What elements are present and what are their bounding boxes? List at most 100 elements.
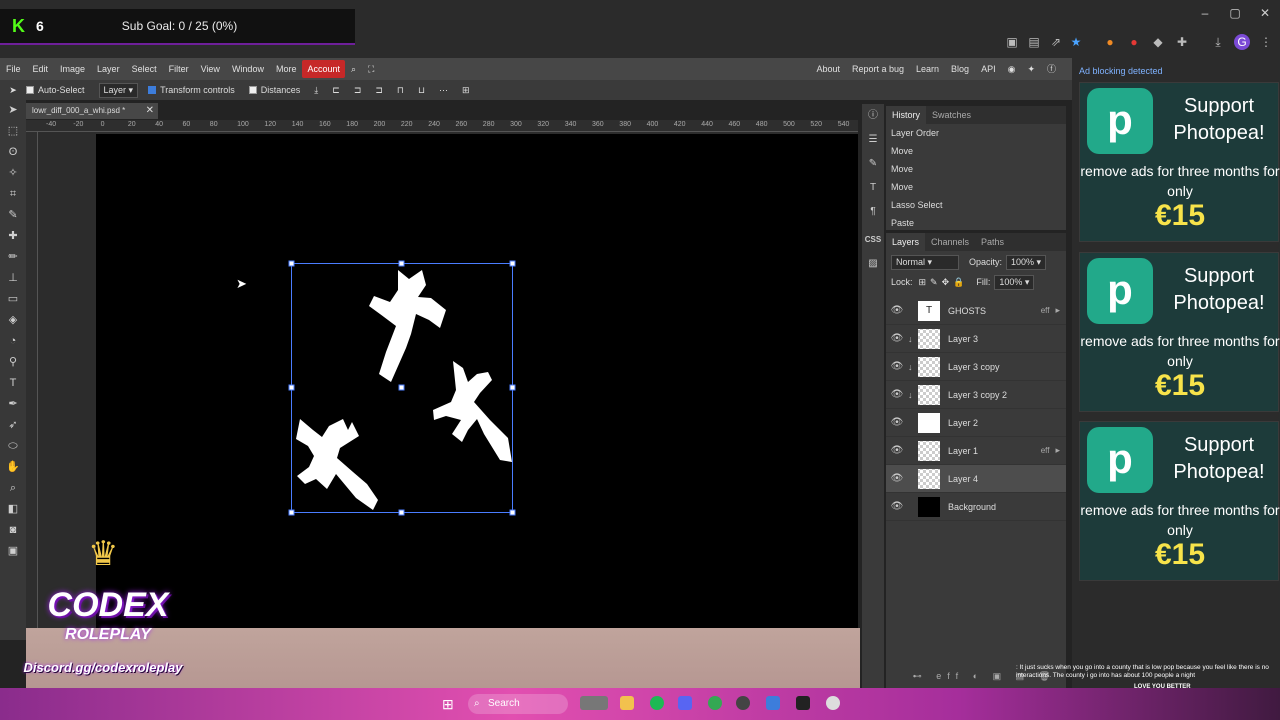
adjustments-icon[interactable]: ☰ [862, 128, 884, 152]
layer-row[interactable]: 👁 Layer 1 eff ▸ [886, 437, 1066, 465]
hand-tool-icon[interactable]: ✋ [0, 457, 26, 478]
effects-label[interactable]: eff [1041, 306, 1050, 315]
eye-icon[interactable]: 👁 [886, 445, 908, 456]
transform-handle[interactable] [288, 260, 295, 267]
stamp-tool-icon[interactable]: ⊥ [0, 268, 26, 289]
menu-account[interactable]: Account [302, 60, 345, 78]
move-tool-icon[interactable]: ➤ [0, 85, 26, 96]
twitter-icon[interactable]: ✦ [1021, 60, 1041, 78]
spotify-icon[interactable] [650, 696, 664, 710]
transform-handle[interactable] [288, 509, 295, 516]
layer-row[interactable]: 👁 ↓ Layer 3 [886, 325, 1066, 353]
transform-handle[interactable] [398, 509, 405, 516]
pen-tool-icon[interactable]: ✒ [0, 394, 26, 415]
eraser-tool-icon[interactable]: ▭ [0, 289, 26, 310]
expand-arrow-icon[interactable]: ▸ [1055, 445, 1060, 456]
bookmark-star-icon[interactable]: ★ [1068, 34, 1084, 50]
browser-menu-icon[interactable]: ⋮ [1258, 34, 1274, 50]
eye-icon[interactable]: 👁 [886, 389, 908, 400]
menu-image[interactable]: Image [54, 60, 91, 78]
character-icon[interactable]: T [862, 176, 884, 200]
lock-icons[interactable]: ⊞✎✥🔒 [919, 277, 969, 288]
brush-tool-icon[interactable]: ✏ [0, 247, 26, 268]
color-swatches-icon[interactable]: ◧ [0, 499, 26, 520]
eye-icon[interactable]: 👁 [886, 501, 908, 512]
minimize-icon[interactable]: – [1190, 6, 1220, 22]
layer-row[interactable]: 👁 T GHOSTS eff ▸ [886, 297, 1066, 325]
shape-tool-icon[interactable]: ⬭ [0, 436, 26, 457]
eye-icon[interactable]: 👁 [886, 417, 908, 428]
extension-diamond-icon[interactable]: ◆ [1150, 34, 1166, 50]
menu-edit[interactable]: Edit [27, 60, 55, 78]
profile-avatar[interactable]: G [1234, 34, 1250, 50]
page-icon[interactable]: ▤ [1026, 34, 1042, 50]
link-api[interactable]: API [975, 60, 1002, 78]
eye-icon[interactable]: 👁 [886, 333, 908, 344]
healing-tool-icon[interactable]: ✚ [0, 226, 26, 247]
fullscreen-icon[interactable]: ⛶ [362, 60, 380, 78]
menu-view[interactable]: View [195, 60, 226, 78]
blend-mode-select[interactable]: Normal ▾ [891, 254, 959, 270]
dodge-tool-icon[interactable]: ⚲ [0, 352, 26, 373]
image-icon[interactable]: ▨ [862, 252, 884, 276]
auto-select-target-select[interactable]: Layer ▾ [98, 82, 139, 98]
download-layer-icon[interactable]: ⤓ [314, 85, 318, 96]
extension-red-icon[interactable]: ● [1126, 34, 1142, 50]
maximize-icon[interactable]: ▢ [1220, 6, 1250, 22]
history-item[interactable]: Paste [886, 214, 1066, 232]
tab-paths[interactable]: Paths [975, 233, 1010, 251]
menu-more[interactable]: More [270, 60, 303, 78]
tab-history[interactable]: History [886, 106, 927, 124]
expand-arrow-icon[interactable]: ▸ [1055, 305, 1060, 316]
support-ad[interactable]: p Support Photopea! remove ads for three… [1079, 252, 1280, 412]
close-tab-icon[interactable]: ✕ [146, 103, 154, 119]
tab-swatches[interactable]: Swatches [926, 106, 977, 124]
transform-handle[interactable] [398, 384, 405, 391]
close-window-icon[interactable]: ✕ [1250, 6, 1280, 22]
eye-icon[interactable]: 👁 [886, 305, 908, 316]
task-view-icon[interactable] [580, 696, 608, 710]
paragraph-icon[interactable]: ¶ [862, 200, 884, 224]
support-ad[interactable]: p Support Photopea! remove ads for three… [1079, 82, 1280, 242]
distribute-h-icon[interactable]: ⋯ [439, 85, 448, 96]
layer-row[interactable]: 👁 ↓ Layer 3 copy [886, 353, 1066, 381]
extension-orange-icon[interactable]: ● [1102, 34, 1118, 50]
download-icon[interactable]: ⤓ [1210, 34, 1226, 50]
layer-row[interactable]: 👁 Background [886, 493, 1066, 521]
transform-controls-checkbox[interactable]: Transform controls [148, 85, 235, 95]
layer-row[interactable]: 👁 Layer 2 [886, 409, 1066, 437]
fill-input[interactable]: 100% ▾ [994, 274, 1035, 290]
move-tool-icon[interactable]: ➤ [0, 100, 26, 121]
opacity-input[interactable]: 100% ▾ [1006, 254, 1047, 270]
transform-handle[interactable] [509, 509, 516, 516]
reddit-icon[interactable]: ◉ [1002, 60, 1022, 78]
distribute-icon[interactable]: ⊔ [418, 85, 425, 96]
link-about[interactable]: About [810, 60, 846, 78]
history-item[interactable]: Move [886, 142, 1066, 160]
share-icon[interactable]: ⇗ [1048, 34, 1064, 50]
align-right-icon[interactable]: ⊐ [375, 85, 383, 96]
start-icon[interactable]: ⊞ [442, 696, 454, 713]
history-item[interactable]: Move [886, 160, 1066, 178]
app-icon[interactable] [766, 696, 780, 710]
eye-icon[interactable]: 👁 [886, 473, 908, 484]
tab-channels[interactable]: Channels [925, 233, 975, 251]
align-top-icon[interactable]: ⊓ [397, 85, 404, 96]
zoom-tool-icon[interactable]: ⌕ [0, 478, 26, 499]
lasso-tool-icon[interactable]: ʘ [0, 142, 26, 163]
app-dark-icon[interactable] [796, 696, 810, 710]
css-icon[interactable]: CSS [862, 228, 884, 252]
effects-label[interactable]: eff [1041, 446, 1050, 455]
link-blog[interactable]: Blog [945, 60, 975, 78]
puzzle-icon[interactable]: ✚ [1174, 34, 1190, 50]
file-explorer-icon[interactable] [620, 696, 634, 710]
extension-icon[interactable]: ▣ [1004, 34, 1020, 50]
brush-settings-icon[interactable]: ✎ [862, 152, 884, 176]
magic-wand-icon[interactable]: ✧ [0, 163, 26, 184]
history-item[interactable]: Move [886, 178, 1066, 196]
auto-select-checkbox[interactable]: Auto-Select [26, 85, 85, 95]
fill-tool-icon[interactable]: ◈ [0, 310, 26, 331]
distances-checkbox[interactable]: Distances [248, 85, 300, 95]
support-ad[interactable]: p Support Photopea! remove ads for three… [1079, 421, 1280, 581]
menu-window[interactable]: Window [226, 60, 270, 78]
